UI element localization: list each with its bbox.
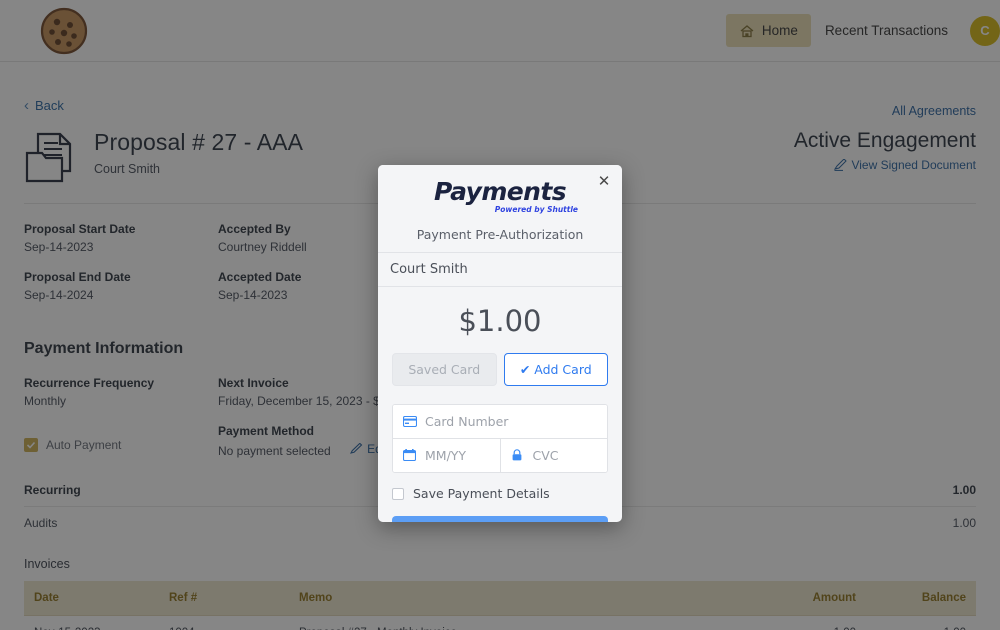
card-source-tabs: Saved Card ✔ Add Card bbox=[378, 353, 622, 386]
payments-logo: Payments bbox=[434, 177, 567, 206]
save-payment-details-checkbox[interactable] bbox=[392, 487, 404, 500]
next-button[interactable]: Next bbox=[392, 516, 608, 522]
card-fields: Card Number MM/YY CVC bbox=[392, 404, 608, 473]
payment-preauthorization-modal: ✕ Payments Powered by Shuttle Payment Pr… bbox=[378, 165, 622, 522]
close-icon[interactable]: ✕ bbox=[596, 174, 612, 190]
calendar-icon bbox=[402, 449, 417, 462]
payments-logo-subtitle: Powered by Shuttle bbox=[494, 205, 578, 214]
credit-card-icon bbox=[402, 415, 418, 428]
card-number-field[interactable]: Card Number bbox=[393, 405, 607, 439]
payment-amount: $1.00 bbox=[458, 304, 542, 338]
cvc-placeholder: CVC bbox=[532, 448, 559, 463]
card-number-placeholder: Card Number bbox=[425, 414, 509, 429]
expiry-placeholder: MM/YY bbox=[425, 448, 467, 463]
cvc-field[interactable]: CVC bbox=[499, 439, 607, 472]
tab-saved-card[interactable]: Saved Card bbox=[392, 353, 497, 386]
save-payment-details-label: Save Payment Details bbox=[413, 486, 550, 501]
modal-subtitle: Payment Pre-Authorization bbox=[416, 227, 584, 242]
tab-add-card[interactable]: ✔ Add Card bbox=[503, 353, 608, 386]
modal-header: Payments Powered by Shuttle Payment Pre-… bbox=[378, 165, 622, 252]
save-payment-details-row[interactable]: Save Payment Details bbox=[392, 486, 608, 501]
expiry-field[interactable]: MM/YY bbox=[393, 439, 500, 472]
app-root: Home Recent Transactions C ‹ Back All Ag… bbox=[0, 0, 1000, 630]
modal-customer-name: Court Smith bbox=[378, 252, 622, 287]
expiry-cvc-row: MM/YY CVC bbox=[393, 439, 607, 472]
lock-icon bbox=[511, 449, 525, 462]
